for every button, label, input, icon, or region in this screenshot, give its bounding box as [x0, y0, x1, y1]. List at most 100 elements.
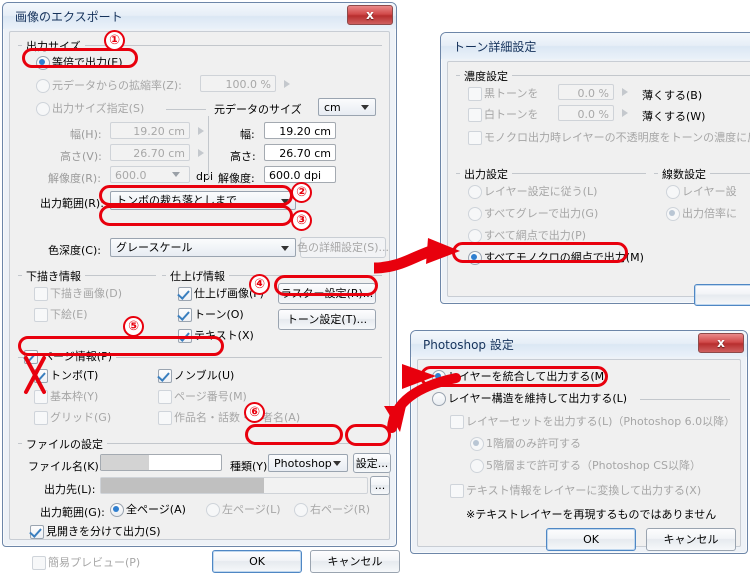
filename-redaction — [101, 455, 149, 470]
draft-info-group: 下描き情報 下描き画像(D) 下絵(E) — [18, 268, 156, 330]
height-label: 高さ(V): — [60, 150, 102, 163]
check-text-to-layer[interactable]: テキスト情報をレイヤーに変換して出力する(X) — [450, 484, 701, 498]
photoshop-settings-dialog: Photoshop 設定 x レイヤーを統合して出力する(M) レイヤー構造を維… — [410, 330, 748, 554]
black-tone-value-field[interactable]: 0.0 % — [558, 84, 614, 100]
black-tone-spin-icon[interactable] — [622, 88, 628, 96]
radio-five-levels[interactable]: 5階層まで許可する（Photoshop CS以降） — [470, 459, 701, 473]
source-height-label: 高さ: — [230, 150, 256, 163]
check-white-tone[interactable]: 白トーンを — [468, 108, 538, 122]
radio-keep-layer-structure[interactable]: レイヤー構造を維持して出力する(L) — [432, 392, 627, 406]
finish-info-group-label: 仕上げ情報 — [166, 268, 229, 284]
photoshop-cancel-button[interactable]: キャンセル — [646, 528, 736, 551]
height-field[interactable]: 26.70 cm — [110, 144, 190, 161]
unit-combo-value: cm — [324, 101, 341, 114]
radio-output-scale-lines[interactable]: 出力倍率に — [666, 207, 737, 221]
destination-redaction — [101, 478, 264, 493]
radio-actual-size[interactable]: 等倍で出力(E) — [36, 56, 123, 70]
raster-settings-button[interactable]: ラスター設定(R)... — [278, 283, 376, 304]
check-simple-preview[interactable]: 簡易プレビュー(P) — [32, 556, 140, 570]
radio-left-page[interactable]: 左ページ(L) — [206, 503, 281, 517]
output-setting-group: 出力設定 レイヤー設定に従う(L) すべてグレーで出力(G) すべて網点で出力(… — [456, 166, 646, 278]
white-tone-spin-icon[interactable] — [622, 109, 628, 117]
radio-layer-setting-lines[interactable]: レイヤー設 — [666, 185, 737, 199]
check-tombo[interactable]: トンボ(T) — [34, 369, 98, 383]
chevron-down-icon — [281, 198, 289, 204]
tone-ok-button[interactable] — [694, 284, 750, 306]
color-detail-settings-button[interactable]: 色の詳細設定(S)... — [297, 237, 389, 258]
check-tone[interactable]: トーン(O) — [178, 308, 244, 322]
dpi-unit-label: dpi — [196, 170, 214, 183]
scale-value-field[interactable]: 100.0 % — [200, 75, 276, 92]
photoshop-dialog-titlebar[interactable]: Photoshop 設定 x — [411, 331, 747, 357]
file-settings-group-label: ファイルの設定 — [22, 436, 107, 452]
tone-detail-dialog: トーン詳細設定 濃度設定 黒トーンを 0.0 % 薄くする(B) 白トーンを 0… — [440, 32, 750, 306]
cancel-button[interactable]: キャンセル — [310, 550, 400, 573]
width-spin-icon[interactable] — [198, 127, 204, 135]
radio-all-pages[interactable]: 全ページ(A) — [110, 503, 186, 517]
radio-follow-layer-setting[interactable]: レイヤー設定に従う(L) — [468, 185, 597, 199]
check-title-author[interactable]: 作品名・話数・作者名(A) — [158, 411, 300, 425]
check-grid[interactable]: グリッド(G) — [34, 411, 111, 425]
tone-dialog-client: 濃度設定 黒トーンを 0.0 % 薄くする(B) 白トーンを 0.0 % 薄くす… — [447, 61, 750, 306]
check-basic-frame[interactable]: 基本枠(Y) — [34, 390, 98, 404]
radio-specify-output-size[interactable]: 出力サイズ指定(S) — [36, 102, 144, 116]
export-dialog-titlebar[interactable]: 画像のエクスポート x — [3, 3, 396, 29]
radio-right-page[interactable]: 右ページ(R) — [294, 503, 370, 517]
density-group-label: 濃度設定 — [460, 68, 512, 84]
source-resolution-field: 600.0 dpi — [264, 166, 336, 183]
check-text[interactable]: テキスト(X) — [178, 329, 254, 343]
check-page-info[interactable]: ページ情報(P) — [24, 350, 116, 364]
width-label: 幅(H): — [70, 128, 102, 141]
radio-scale-from-source[interactable]: 元データからの拡縮率(Z): — [36, 79, 182, 93]
file-type-combo[interactable]: Photoshop — [268, 454, 348, 472]
check-finish-image[interactable]: 仕上げ画像(F) — [178, 287, 264, 301]
check-draft-image[interactable]: 下描き画像(D) — [34, 287, 122, 301]
radio-all-gray-output[interactable]: すべてグレーで出力(G) — [468, 207, 598, 221]
file-type-label: 種類(Y): — [230, 460, 272, 473]
filename-label: ファイル名(K): — [28, 460, 103, 473]
check-black-tone[interactable]: 黒トーンを — [468, 87, 538, 101]
scale-spin-icon[interactable] — [284, 80, 290, 88]
draft-info-group-label: 下描き情報 — [22, 268, 85, 284]
check-sketch[interactable]: 下絵(E) — [34, 308, 88, 322]
source-resolution-label: 解像度: — [218, 172, 255, 185]
chevron-down-icon — [361, 105, 369, 110]
output-size-group-label: 出力サイズ — [22, 38, 85, 54]
keep-structure-divider — [640, 399, 730, 400]
source-height-field: 26.70 cm — [264, 144, 336, 161]
export-dialog-client: 出力サイズ 等倍で出力(E) 元データからの拡縮率(Z): 100.0 % 出力… — [9, 31, 400, 573]
color-depth-combo[interactable]: グレースケール — [110, 238, 296, 257]
radio-all-mono-halftone-output[interactable]: すべてモノクロの網点で出力(M) — [468, 251, 644, 265]
check-split-spread[interactable]: 見開きを分けて出力(S) — [30, 525, 161, 539]
white-tone-value-field[interactable]: 0.0 % — [558, 105, 614, 121]
check-nonbre[interactable]: ノンブル(U) — [158, 369, 234, 383]
source-size-vertical-divider — [208, 116, 209, 178]
destination-label: 出力先(L): — [44, 483, 96, 496]
tone-dialog-titlebar[interactable]: トーン詳細設定 — [441, 33, 750, 59]
unit-combo[interactable]: cm — [318, 98, 376, 116]
height-spin-icon[interactable] — [198, 149, 204, 157]
photoshop-dialog-client: レイヤーを統合して出力する(M) レイヤー構造を維持して出力する(L) レイヤー… — [417, 359, 741, 551]
photoshop-ok-button[interactable]: OK — [546, 528, 636, 551]
radio-all-halftone-output[interactable]: すべて網点で出力(P) — [468, 229, 586, 243]
radio-one-level-only[interactable]: 1階層のみ許可する — [470, 437, 581, 451]
export-image-dialog: 画像のエクスポート x 出力サイズ 等倍で出力(E) 元データからの拡縮率(Z)… — [2, 2, 400, 573]
check-output-layer-sets[interactable]: レイヤーセットを出力する(L)（Photoshop 6.0以降） — [450, 415, 735, 429]
line-count-group: 線数設定 レイヤー設 出力倍率に — [654, 166, 750, 278]
close-icon[interactable]: x — [698, 333, 744, 353]
tone-settings-button[interactable]: トーン設定(T)... — [278, 309, 376, 330]
resolution-chevron-down-icon[interactable] — [172, 172, 180, 177]
radio-merge-layers[interactable]: レイヤーを統合して出力する(M) — [432, 370, 608, 384]
ok-button[interactable]: OK — [212, 550, 302, 573]
chevron-down-icon — [333, 461, 341, 466]
output-range-combo[interactable]: トンボの裁ち落としまで — [110, 191, 296, 210]
width-field[interactable]: 19.20 cm — [110, 122, 190, 139]
close-icon[interactable]: x — [347, 5, 393, 25]
source-width-label: 幅: — [240, 128, 255, 141]
file-settings-group: ファイルの設定 ファイル名(K): 種類(Y): Photoshop 設定...… — [18, 436, 391, 546]
color-depth-label: 色深度(C): — [48, 244, 101, 257]
file-type-settings-button[interactable]: 設定... — [353, 453, 391, 473]
check-mono-opacity-reflect[interactable]: モノクロ出力時レイヤーの不透明度をトーンの濃度に反映 — [468, 131, 750, 145]
browse-button[interactable]: ... — [370, 476, 390, 495]
check-page-number[interactable]: ページ番号(M) — [158, 390, 247, 404]
